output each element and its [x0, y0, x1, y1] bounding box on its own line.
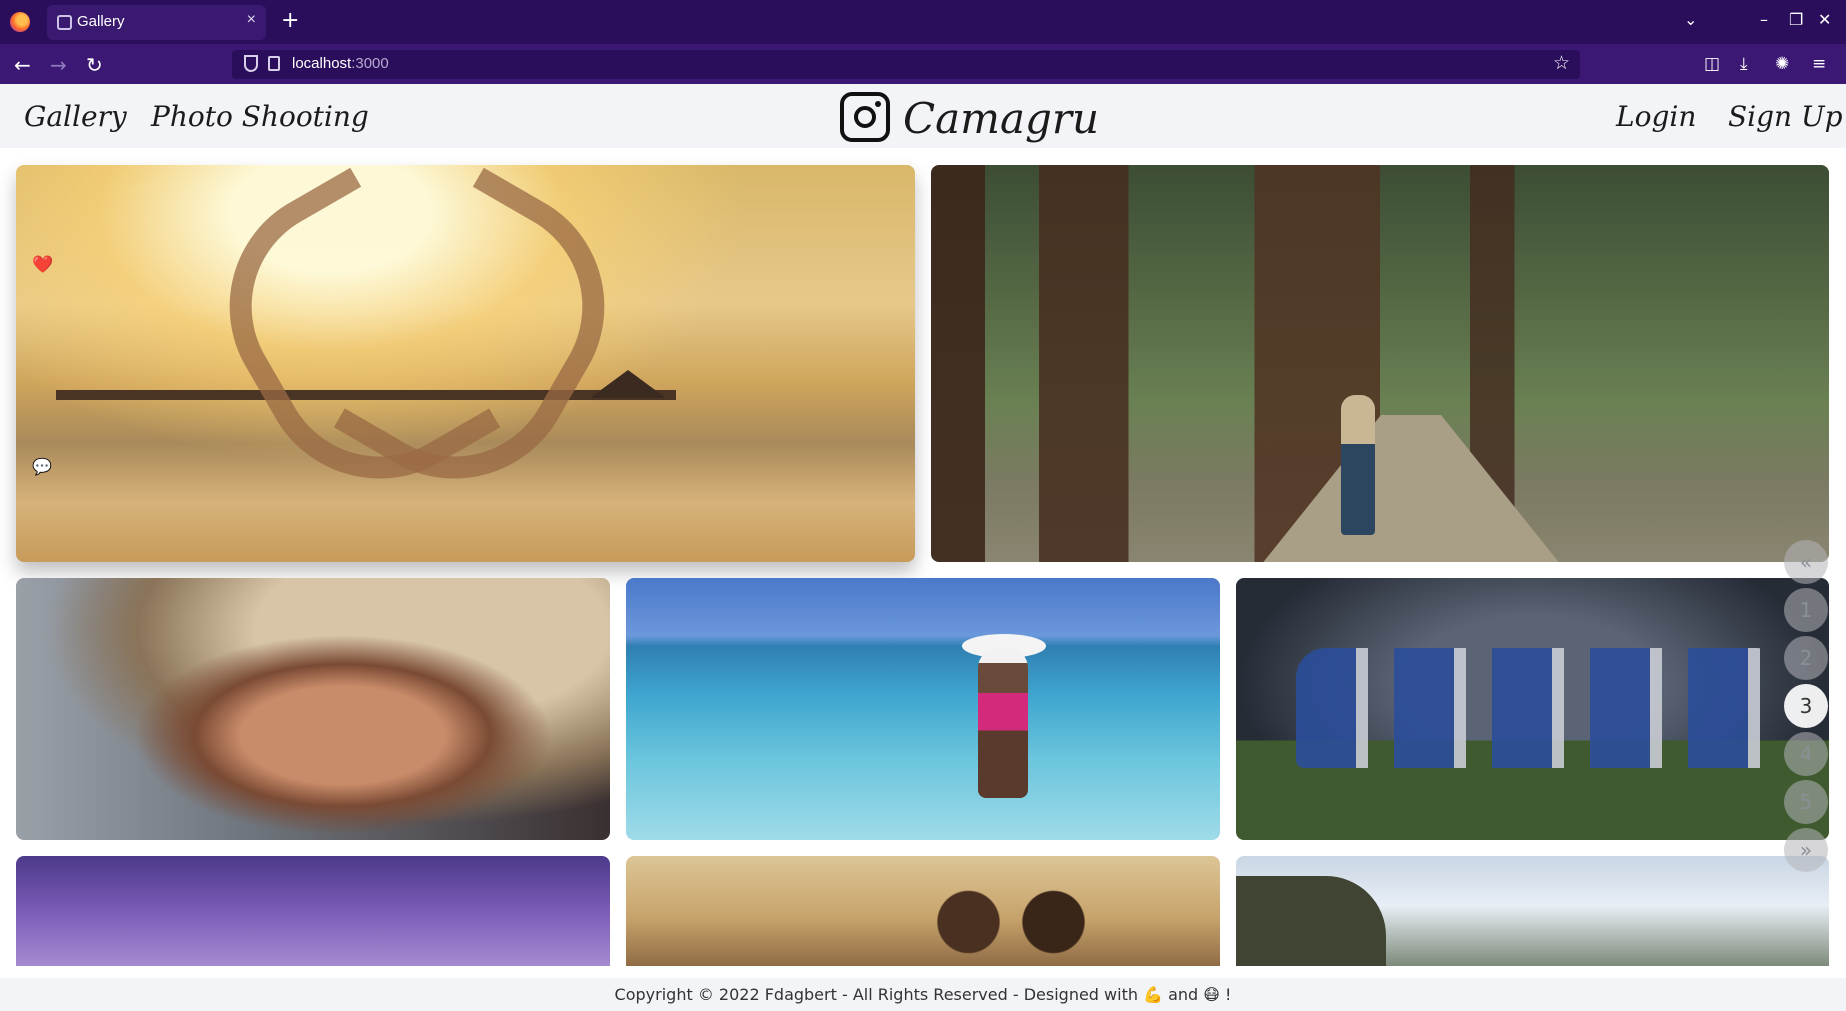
site-header: Gallery Photo Shooting Camagru Login Sig… [0, 84, 1846, 148]
back-icon[interactable]: ← [14, 53, 31, 77]
tab-favicon-icon [57, 15, 72, 30]
like-heart-icon[interactable]: ❤️ [32, 255, 53, 275]
close-window-icon[interactable]: ✕ [1818, 10, 1831, 29]
firefox-icon[interactable] [10, 12, 30, 32]
page-icon[interactable] [268, 56, 280, 71]
photo-woman-with-dog[interactable] [1236, 856, 1829, 966]
trail-shape [1261, 415, 1561, 562]
extensions-icon[interactable]: ✺ [1775, 54, 1789, 74]
restore-icon[interactable]: ❐ [1789, 10, 1803, 29]
photo-purple-climber[interactable] [16, 856, 610, 966]
tab-title: Gallery [77, 13, 125, 30]
camera-lens-icon [854, 106, 876, 128]
photo-woman-in-sea[interactable] [626, 578, 1220, 840]
photo-beach-heart[interactable]: ❤️ 💬 [16, 165, 915, 562]
players-shape [1296, 648, 1786, 768]
photo-football-players[interactable] [1236, 578, 1829, 840]
nav-photo-shooting-link[interactable]: Photo Shooting [151, 100, 369, 133]
site-footer: Copyright © 2022 Fdagbert - All Rights R… [0, 978, 1846, 1011]
comment-icon[interactable]: 💬 [32, 457, 52, 476]
pocket-icon[interactable]: ◫ [1704, 54, 1720, 74]
pagination-page-2[interactable]: 2 [1784, 636, 1828, 680]
pagination-page-5[interactable]: 5 [1784, 780, 1828, 824]
hiker-shape [1341, 395, 1375, 535]
tab-list-chevron-icon[interactable]: ⌄ [1684, 10, 1697, 29]
minimize-icon[interactable]: – [1760, 10, 1768, 29]
signup-link[interactable]: Sign Up [1728, 100, 1843, 133]
new-tab-button[interactable]: + [281, 8, 299, 33]
couple-shape [926, 886, 1096, 966]
download-icon[interactable]: ⤓ [1740, 54, 1748, 74]
pagination-prev-button[interactable]: « [1784, 540, 1828, 584]
url-bar[interactable]: localhost:3000 ☆ [232, 50, 1580, 79]
woman-shape [978, 648, 1028, 798]
nav-gallery-link[interactable]: Gallery [24, 100, 127, 133]
browser-tab[interactable]: Gallery × [47, 5, 266, 40]
browser-tabbar: Gallery × + ⌄ – ❐ ✕ [0, 0, 1846, 44]
url-text[interactable]: localhost:3000 [292, 55, 389, 72]
photo-couple-golden-gate[interactable] [626, 856, 1220, 966]
photo-portrait-fur-hood[interactable] [16, 578, 610, 840]
shield-icon[interactable] [244, 55, 258, 72]
reload-icon[interactable]: ↻ [86, 53, 103, 77]
rock-shape [1236, 876, 1386, 966]
camera-flash-icon [875, 101, 881, 107]
forward-icon[interactable]: → [50, 53, 67, 77]
photo-forest-hiker[interactable] [931, 165, 1829, 562]
browser-navbar: ← → ↻ localhost:3000 ☆ ◫ ⤓ ✺ ≡ [0, 44, 1846, 84]
menu-icon[interactable]: ≡ [1812, 54, 1826, 74]
star-icon[interactable]: ☆ [1553, 52, 1570, 74]
login-link[interactable]: Login [1616, 100, 1696, 133]
photo-gallery: ❤️ 💬 « 1 2 3 4 5 » [0, 148, 1846, 978]
brand-name[interactable]: Camagru [903, 94, 1099, 143]
hut-shape [590, 370, 666, 398]
pagination-page-3[interactable]: 3 [1784, 684, 1828, 728]
pagination-next-button[interactable]: » [1784, 828, 1828, 872]
camera-logo-icon[interactable] [840, 92, 890, 142]
pagination-page-4[interactable]: 4 [1784, 732, 1828, 776]
tab-close-button[interactable]: × [247, 11, 256, 29]
pagination-page-1[interactable]: 1 [1784, 588, 1828, 632]
